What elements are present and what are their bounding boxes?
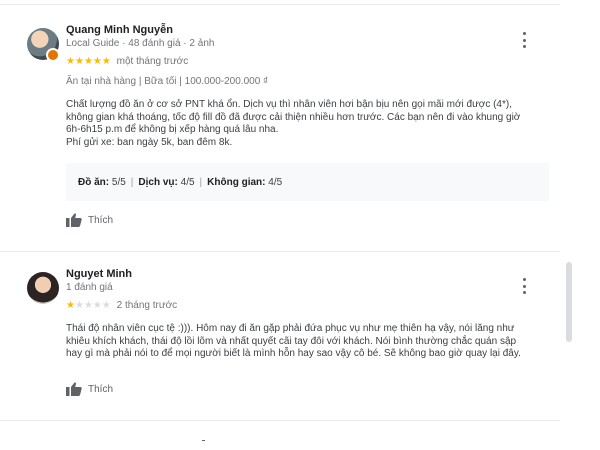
service-rating-label: Dịch vụ: — [138, 176, 178, 188]
visit-meta: Ăn tại nhà hàng | Bữa tối | 100.000-200.… — [66, 76, 269, 87]
local-guide-badge-icon — [46, 48, 60, 62]
star-icon: ★ — [66, 300, 75, 311]
review-text-line: 6h-6h15 p.m để không bị xếp hàng quá lâu… — [66, 124, 279, 135]
separator: | — [199, 176, 203, 188]
review-text-line: hay gì mà phải nói to để mọi người biết … — [66, 348, 521, 359]
star-icon: ★ — [74, 300, 84, 311]
space-rating-value: 4/5 — [268, 176, 283, 188]
review-date: một tháng trước — [116, 56, 189, 67]
review-text-line: khiêu khích khách, thái độ lồi lõm và nh… — [66, 335, 517, 347]
thumb-up-icon — [66, 382, 82, 396]
star-icon: ★ — [101, 56, 111, 67]
star-icon: ★ — [66, 56, 75, 67]
star-rating: ★★★★★ một tháng trước — [66, 56, 188, 67]
reviewer-name[interactable]: Nguyet Minh — [66, 268, 132, 280]
review-divider — [0, 420, 560, 421]
thumb-up-icon — [66, 213, 82, 227]
like-label: Thích — [88, 214, 114, 226]
reviewer-name[interactable]: Quang Minh Nguyễn — [66, 24, 173, 36]
star-icon: ★ — [92, 56, 102, 67]
star-icon: ★ — [92, 300, 102, 311]
avatar[interactable] — [27, 272, 59, 304]
star-icon: ★ — [101, 300, 111, 311]
review-text: Thái độ nhân viên cục tệ :))). Hôm nay đ… — [66, 323, 551, 361]
star-icon: ★ — [83, 56, 93, 67]
reviewer-stats: Local Guide · 48 đánh giá · 2 ảnh — [66, 38, 215, 49]
service-rating-value: 4/5 — [180, 176, 195, 188]
review-text-line: Thái độ nhân viên cục tệ :))). Hôm nay đ… — [66, 323, 515, 334]
separator: | — [130, 176, 134, 188]
review-text: Chất lượng đồ ăn ở cơ sở PNT khá ổn. Dịc… — [66, 99, 546, 149]
top-divider — [0, 4, 560, 5]
review-text-line: không gian khá thoáng, tốc độ fill đồ đã… — [66, 111, 521, 123]
review-divider — [0, 251, 560, 252]
review-text-line: Phí gửi xe: ban ngày 5k, ban đêm 8k. — [66, 136, 233, 148]
review-date: 2 tháng trước — [116, 300, 178, 311]
like-button[interactable]: Thích — [66, 382, 113, 396]
like-label: Thích — [88, 383, 114, 395]
scrollbar[interactable] — [566, 262, 572, 342]
star-icon: ★ — [74, 56, 84, 67]
food-rating-value: 5/5 — [111, 176, 126, 188]
reviewer-stats: 1 đánh giá — [66, 282, 113, 293]
space-rating-label: Không gian: — [207, 176, 266, 188]
star-icon: ★ — [83, 300, 93, 311]
more-vert-icon[interactable] — [519, 278, 529, 294]
more-vert-icon[interactable] — [519, 32, 529, 48]
loading-indicator — [202, 440, 205, 441]
like-button[interactable]: Thích — [66, 213, 113, 227]
sub-ratings: Đồ ăn: 5/5 | Dịch vụ: 4/5 | Không gian: … — [66, 163, 549, 201]
food-rating-label: Đồ ăn: — [78, 176, 110, 188]
review-text-line: Chất lượng đồ ăn ở cơ sở PNT khá ổn. Dịc… — [66, 99, 512, 110]
star-rating: ★★★★★ 2 tháng trước — [66, 300, 177, 311]
